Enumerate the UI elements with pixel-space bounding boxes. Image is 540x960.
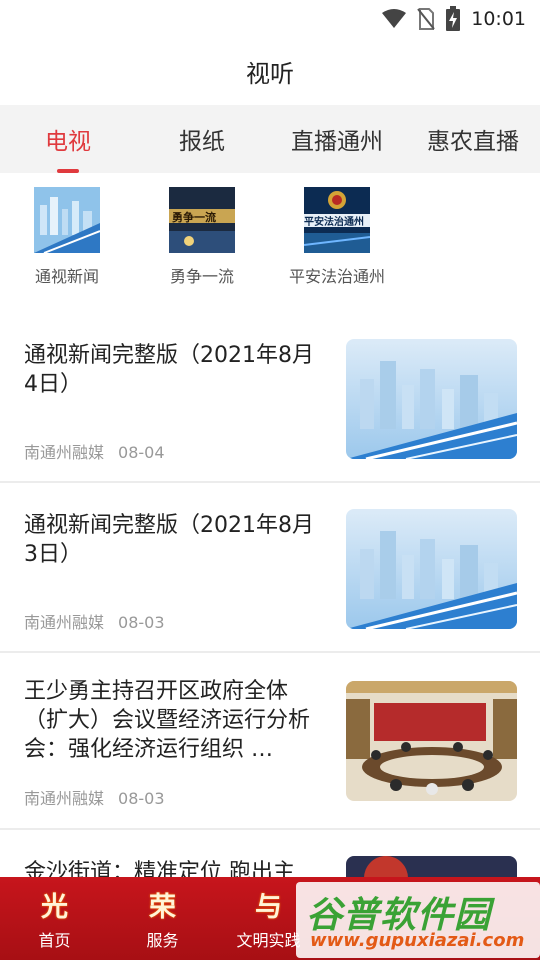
nav-label: 文明实践 — [236, 931, 301, 950]
news-date: 08-03 — [118, 789, 165, 808]
channel-thumb-text: 平安法治通州 — [304, 215, 364, 228]
channel-thumbnail: 平安法治通州 — [304, 187, 370, 253]
news-meta: 南通州融媒 08-03 — [24, 785, 165, 809]
channel-yongzheng-yiliu[interactable]: 勇争一流 勇争一流 — [157, 187, 247, 287]
news-date: 08-03 — [118, 613, 165, 632]
status-icons: 10:01 — [381, 6, 526, 32]
title-bar: 视听 — [0, 38, 540, 105]
news-meta: 南通州融媒 08-03 — [24, 609, 165, 633]
news-item[interactable]: 通视新闻完整版（2021年8月4日） 南通州融媒 08-04 — [0, 313, 540, 483]
channel-label: 平安法治通州 — [288, 267, 385, 286]
news-title: 王少勇主持召开区政府全体（扩大）会议暨经济运行分析会：强化经济运行组织 … — [24, 679, 311, 762]
channel-label: 通视新闻 — [34, 267, 99, 286]
tab-bar: 电视 报纸 直播通州 惠农直播 — [0, 105, 540, 173]
news-source: 南通州融媒 — [24, 443, 105, 462]
news-item[interactable]: 王少勇主持召开区政府全体（扩大）会议暨经济运行分析会：强化经济运行组织 … 南通… — [0, 653, 540, 830]
page-title: 视听 — [246, 60, 294, 88]
news-item[interactable]: 通视新闻完整版（2021年8月3日） 南通州融媒 08-03 — [0, 483, 540, 653]
status-bar: 10:01 — [0, 0, 540, 38]
nav-glyph-icon: 光 — [41, 892, 68, 923]
nav-home[interactable]: 光 首页 — [2, 877, 107, 960]
news-thumbnail — [346, 681, 517, 801]
watermark-overlay: 谷普软件园 www.gupuxiazai.com — [296, 882, 540, 958]
nav-glyph-icon: 荣 — [149, 892, 176, 923]
news-date: 08-04 — [118, 443, 165, 462]
channel-thumbnail: 勇争一流 — [169, 187, 235, 253]
tab-label: 直播通州 — [291, 129, 383, 155]
tab-label: 惠农直播 — [427, 129, 519, 155]
channel-label: 勇争一流 — [169, 267, 234, 286]
nav-label: 首页 — [38, 931, 71, 950]
channel-pingan-fazhi[interactable]: 平安法治通州 平安法治通州 — [282, 187, 392, 287]
news-list: 通视新闻完整版（2021年8月4日） 南通州融媒 08-04 通视新闻完整版（2… — [0, 313, 540, 960]
channel-row: 通视新闻 勇争一流 勇争一流 平安法治通州 平安法治通州 — [0, 173, 540, 308]
nav-label: 服务 — [146, 931, 179, 950]
nav-service[interactable]: 荣 服务 — [110, 877, 215, 960]
tab-live-tongzhou[interactable]: 直播通州 — [280, 105, 394, 173]
tab-label: 报纸 — [179, 129, 225, 155]
tab-newspaper[interactable]: 报纸 — [148, 105, 256, 173]
battery-charging-icon — [446, 6, 461, 31]
nav-glyph-icon: 与 — [255, 892, 282, 923]
news-title: 通视新闻完整版（2021年8月4日） — [24, 343, 314, 397]
news-source: 南通州融媒 — [24, 789, 105, 808]
channel-thumbnail — [34, 187, 100, 253]
no-sim-icon — [417, 8, 436, 30]
news-thumbnail — [346, 339, 517, 459]
news-title: 通视新闻完整版（2021年8月3日） — [24, 513, 314, 567]
tab-label: 电视 — [45, 129, 91, 155]
wifi-icon — [382, 9, 407, 28]
watermark-url: www.gupuxiazai.com — [310, 930, 525, 951]
channel-thumb-text: 勇争一流 — [172, 210, 216, 224]
news-thumbnail — [346, 509, 517, 629]
channel-tongshi-news[interactable]: 通视新闻 — [22, 187, 112, 287]
tab-tv[interactable]: 电视 — [14, 105, 122, 173]
news-meta: 南通州融媒 08-04 — [24, 439, 165, 463]
status-time: 10:01 — [471, 8, 526, 30]
tab-agri-live[interactable]: 惠农直播 — [416, 105, 530, 173]
news-source: 南通州融媒 — [24, 613, 105, 632]
